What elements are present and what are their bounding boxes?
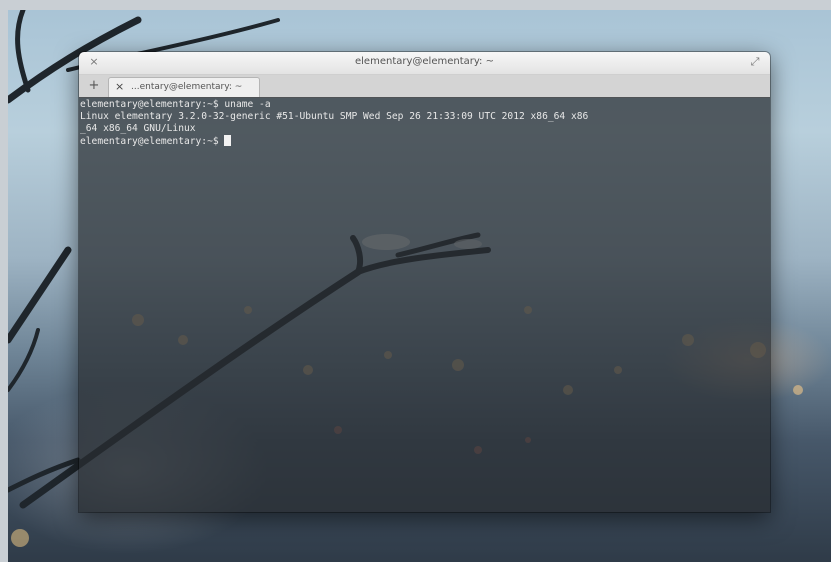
terminal-line: elementary@elementary:~$ uname -a bbox=[80, 99, 271, 110]
window-titlebar[interactable]: × elementary@elementary: ~ ⤢ bbox=[79, 52, 770, 75]
maximize-window-icon[interactable]: ⤢ bbox=[748, 55, 762, 69]
new-tab-button[interactable]: + bbox=[85, 78, 103, 94]
terminal-line: _64 x86_64 GNU/Linux bbox=[80, 123, 196, 134]
close-tab-icon[interactable]: × bbox=[115, 80, 124, 93]
terminal-body[interactable]: elementary@elementary:~$ uname -a Linux … bbox=[79, 97, 770, 512]
desktop-wallpaper: × elementary@elementary: ~ ⤢ + × ...enta… bbox=[8, 10, 831, 562]
terminal-prompt: elementary@elementary:~$ bbox=[80, 136, 225, 147]
window-title: elementary@elementary: ~ bbox=[355, 56, 494, 67]
tab-bar: + × ...entary@elementary: ~ bbox=[79, 75, 770, 98]
terminal-line: Linux elementary 3.2.0-32-generic #51-Ub… bbox=[80, 111, 589, 122]
text-cursor bbox=[224, 135, 232, 146]
terminal-output: elementary@elementary:~$ uname -a Linux … bbox=[80, 99, 766, 148]
terminal-window[interactable]: × elementary@elementary: ~ ⤢ + × ...enta… bbox=[79, 52, 770, 512]
tab-terminal[interactable]: × ...entary@elementary: ~ bbox=[108, 77, 260, 97]
tab-label: ...entary@elementary: ~ bbox=[131, 82, 243, 92]
